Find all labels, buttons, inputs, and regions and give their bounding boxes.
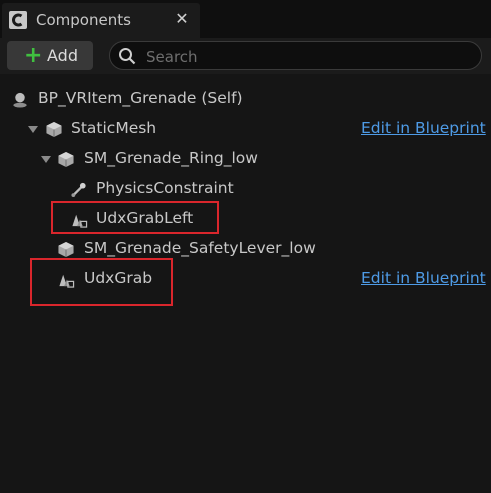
highlight-box-udxgrableft: [51, 201, 219, 234]
tree-item-label: SM_Grenade_Ring_low: [84, 149, 258, 167]
add-button[interactable]: + Add: [7, 41, 93, 70]
toolbar: + Add: [0, 38, 491, 74]
tree-item-staticmesh[interactable]: StaticMesh Edit in Blueprint: [0, 114, 491, 144]
highlight-box-udxgrab: [30, 258, 173, 306]
tree-item-physics-constraint[interactable]: PhysicsConstraint: [0, 174, 491, 204]
expand-arrow-icon[interactable]: [41, 156, 51, 163]
static-mesh-icon: [46, 121, 62, 138]
tab-bar: Components ✕: [0, 0, 491, 38]
tree-item-root[interactable]: BP_VRItem_Grenade (Self): [0, 84, 491, 114]
edit-in-blueprint-link[interactable]: Edit in Blueprint: [361, 119, 486, 137]
blueprint-self-icon: [13, 92, 27, 108]
components-tree: BP_VRItem_Grenade (Self) StaticMesh Edit…: [0, 74, 491, 493]
add-button-label: Add: [47, 46, 78, 65]
static-mesh-icon: [58, 241, 74, 258]
tree-item-label: BP_VRItem_Grenade (Self): [38, 89, 243, 107]
static-mesh-icon: [58, 151, 74, 168]
tree-item-label: PhysicsConstraint: [96, 179, 234, 197]
search-icon: [119, 48, 136, 65]
close-icon[interactable]: ✕: [173, 9, 191, 28]
components-icon: [9, 11, 27, 29]
expand-arrow-icon[interactable]: [28, 126, 38, 133]
physics-constraint-icon: [71, 182, 86, 198]
tree-item-label: StaticMesh: [71, 119, 157, 137]
tree-item-label: SM_Grenade_SafetyLever_low: [84, 239, 316, 257]
tree-item-ring[interactable]: SM_Grenade_Ring_low: [0, 144, 491, 174]
search-input[interactable]: [144, 46, 468, 68]
tab-title: Components: [36, 11, 131, 29]
edit-in-blueprint-link[interactable]: Edit in Blueprint: [361, 269, 486, 287]
tab-components[interactable]: Components ✕: [2, 3, 200, 38]
plus-icon: +: [24, 43, 43, 68]
search-box[interactable]: [109, 41, 482, 70]
